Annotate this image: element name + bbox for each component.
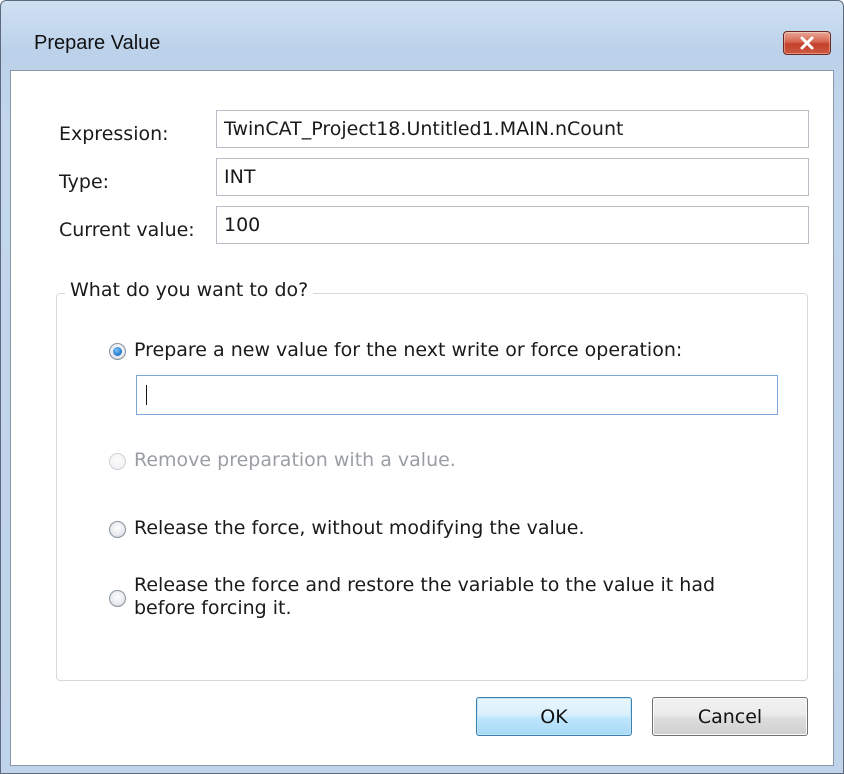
cancel-button[interactable]: Cancel <box>652 697 808 736</box>
dialog-title: Prepare Value <box>34 32 161 54</box>
current-value-label: Current value: <box>59 219 195 241</box>
new-value-input[interactable] <box>136 375 778 415</box>
close-button[interactable] <box>783 31 831 55</box>
remove-preparation-label: Remove preparation with a value. <box>134 449 456 471</box>
type-label: Type: <box>59 171 110 193</box>
expression-field[interactable]: TwinCAT_Project18.Untitled1.MAIN.nCount <box>216 110 809 148</box>
action-group-legend: What do you want to do? <box>65 279 314 301</box>
text-caret <box>146 385 147 405</box>
expression-label: Expression: <box>59 123 169 145</box>
prepare-value-dialog: Prepare Value Expression: TwinCAT_Projec… <box>0 0 844 774</box>
prepare-new-value-label[interactable]: Prepare a new value for the next write o… <box>134 339 682 362</box>
title-bar[interactable]: Prepare Value <box>1 1 843 61</box>
release-and-restore-label[interactable]: Release the force and restore the variab… <box>134 574 754 620</box>
ok-button[interactable]: OK <box>476 697 632 736</box>
prepare-new-value-radio[interactable] <box>109 343 126 360</box>
release-force-radio[interactable] <box>109 521 126 538</box>
release-force-label[interactable]: Release the force, without modifying the… <box>134 517 585 540</box>
remove-preparation-radio <box>109 453 126 470</box>
close-x-icon <box>800 36 814 50</box>
release-and-restore-radio[interactable] <box>109 590 126 607</box>
type-field[interactable]: INT <box>216 158 809 196</box>
current-value-field[interactable]: 100 <box>216 206 809 244</box>
dialog-content: Expression: TwinCAT_Project18.Untitled1.… <box>10 70 834 766</box>
